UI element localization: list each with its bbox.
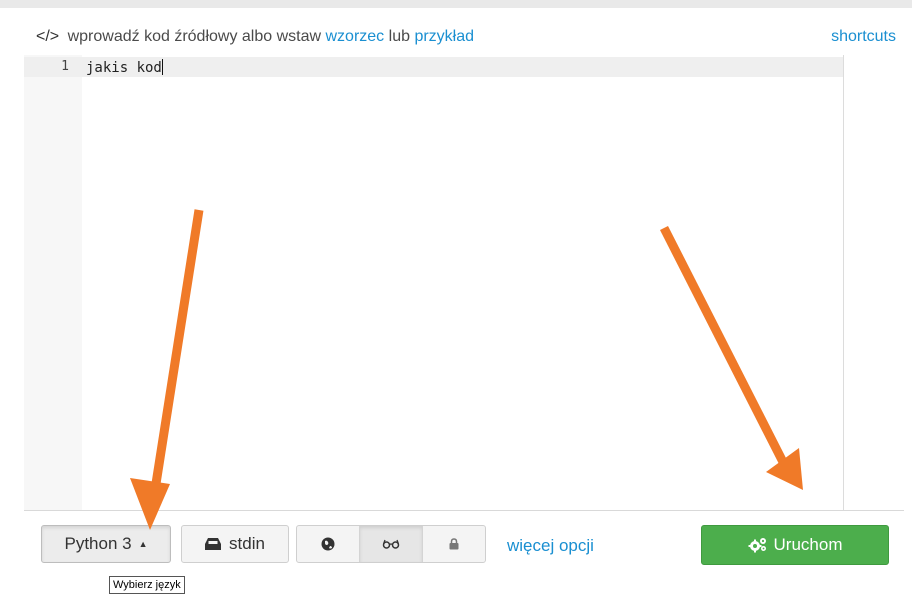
caret-up-icon: ▲ [138,539,148,549]
shortcuts-link[interactable]: shortcuts [831,28,896,45]
top-divider [0,0,912,8]
language-tooltip: Wybierz język [109,576,185,594]
line-number: 1 [61,59,69,74]
stdin-button[interactable]: stdin [181,525,289,563]
editor-instructions: </> wprowadź kod źródłowy albo wstaw wzo… [36,28,474,46]
run-button[interactable]: Uruchom [701,525,889,565]
code-editor-panel: </> wprowadź kod źródłowy albo wstaw wzo… [0,0,912,594]
glasses-icon [382,539,400,549]
template-link[interactable]: wzorzec [326,28,385,45]
run-label: Uruchom [773,535,843,554]
instruction-or-text: lub [388,28,410,45]
editor-toolbar: Python 3 ▲ stdin więcej opcji Uruchom [24,510,904,574]
code-editor[interactable]: 1 jakis kod [24,55,904,510]
text-cursor [161,59,163,75]
visibility-toggle-group [296,525,486,563]
lock-icon [449,538,459,550]
gears-icon [748,538,766,553]
editor-header: </> wprowadź kod źródłowy albo wstaw wzo… [24,22,904,52]
code-line[interactable]: jakis kod [86,59,163,76]
language-select-button[interactable]: Python 3 ▲ [41,525,171,563]
visibility-hidden-button[interactable] [360,526,423,562]
print-margin-rule [843,55,844,510]
language-label: Python 3 [64,534,132,553]
globe-icon [321,537,335,551]
line-number-gutter [24,55,82,510]
example-link[interactable]: przykład [414,28,474,45]
code-brackets-icon: </> [36,28,60,45]
code-content[interactable]: jakis kod [86,60,162,76]
visibility-private-button[interactable] [423,526,485,562]
stdin-label: stdin [229,534,265,553]
inbox-icon [205,538,222,550]
visibility-public-button[interactable] [297,526,360,562]
instruction-text: wprowadź kod źródłowy albo wstaw [67,28,322,45]
more-options-link[interactable]: więcej opcji [507,536,594,556]
